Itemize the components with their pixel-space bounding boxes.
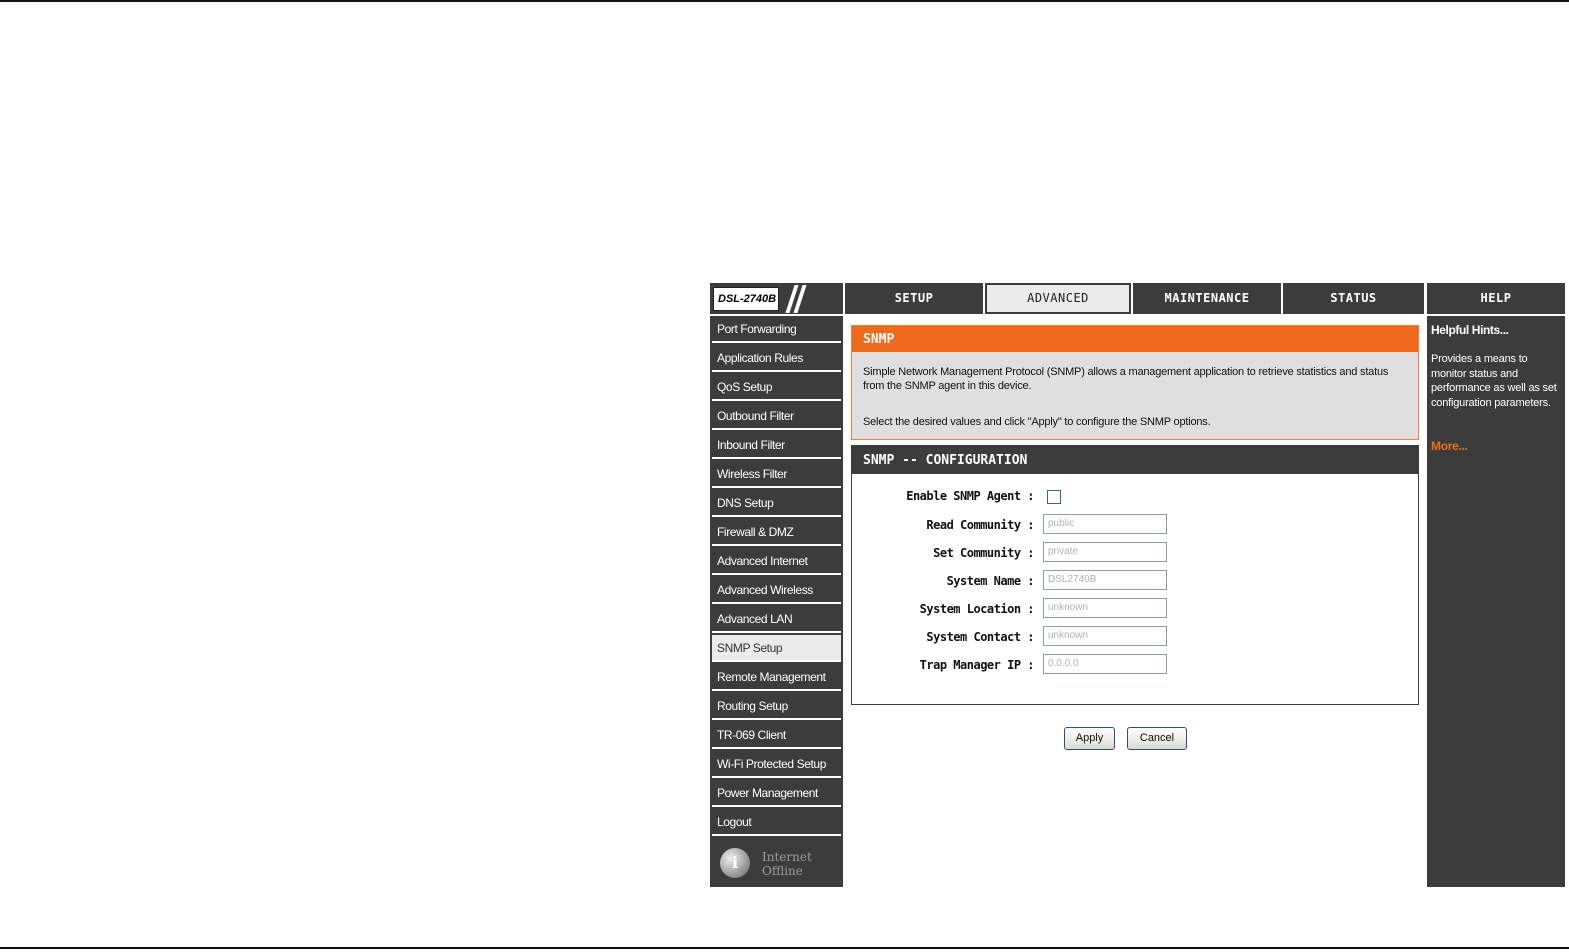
tab-maintenance[interactable]: MAINTENANCE [1133, 283, 1281, 314]
sidebar-item-power-management[interactable]: Power Management [712, 780, 841, 807]
trap-manager-ip-label: Trap Manager IP : [919, 658, 1035, 672]
sidebar-item-tr069-client[interactable]: TR-069 Client [712, 722, 841, 749]
help-more-link[interactable]: More... [1431, 439, 1468, 453]
sidebar-item-routing-setup[interactable]: Routing Setup [712, 693, 841, 720]
tab-status[interactable]: STATUS [1283, 283, 1424, 314]
info-globe-icon: i [720, 848, 750, 878]
sidebar-item-inbound-filter[interactable]: Inbound Filter [712, 432, 841, 459]
sidebar-item-dns-setup[interactable]: DNS Setup [712, 490, 841, 517]
router-ui-frame: DSL-2740B SETUP ADVANCED MAINTENANCE STA… [710, 283, 1565, 887]
snmp-description-line1: Simple Network Management Protocol (SNMP… [863, 366, 1389, 378]
config-title: SNMP -- CONFIGURATION [852, 446, 1418, 474]
sidebar-item-remote-management[interactable]: Remote Management [712, 664, 841, 691]
enable-snmp-label: Enable SNMP Agent : [906, 489, 1034, 503]
sidebar-nav: Port Forwarding Application Rules QoS Se… [710, 316, 843, 887]
read-community-input[interactable]: public [1043, 514, 1167, 534]
read-community-label: Read Community : [926, 518, 1034, 532]
brand-bar: DSL-2740B [710, 283, 843, 314]
cancel-button[interactable]: Cancel [1127, 727, 1187, 750]
sidebar-item-qos-setup[interactable]: QoS Setup [712, 374, 841, 401]
tab-help[interactable]: HELP [1427, 283, 1565, 314]
help-panel: Helpful Hints... Provides a means to mon… [1427, 316, 1565, 887]
apply-button[interactable]: Apply [1064, 727, 1115, 750]
sidebar-item-snmp-setup[interactable]: SNMP Setup [712, 635, 841, 662]
sidebar-item-outbound-filter[interactable]: Outbound Filter [712, 403, 841, 430]
tab-advanced[interactable]: ADVANCED [985, 283, 1131, 314]
section-title: SNMP [852, 326, 1418, 352]
system-name-label: System Name : [946, 574, 1035, 588]
set-community-input[interactable]: private [1043, 542, 1167, 562]
internet-status-line2: Offline [762, 864, 803, 878]
snmp-info-box: SNMP Simple Network Management Protocol … [851, 325, 1419, 440]
help-text: Provides a means to monitor status and p… [1431, 353, 1557, 409]
sidebar-item-wireless-filter[interactable]: Wireless Filter [712, 461, 841, 488]
sidebar-item-logout[interactable]: Logout [712, 809, 841, 836]
sidebar-item-advanced-wireless[interactable]: Advanced Wireless [712, 577, 841, 604]
sidebar-item-advanced-lan[interactable]: Advanced LAN [712, 606, 841, 633]
sidebar-item-application-rules[interactable]: Application Rules [712, 345, 841, 372]
sidebar-item-wifi-protected-setup[interactable]: Wi-Fi Protected Setup [712, 751, 841, 778]
internet-status-line1: Internet [762, 850, 812, 864]
trap-manager-ip-input[interactable]: 0.0.0.0 [1043, 654, 1167, 674]
page-top-rule [0, 0, 1569, 2]
set-community-label: Set Community : [933, 546, 1034, 560]
internet-status: i Internet Offline [718, 844, 838, 882]
system-contact-label: System Contact : [926, 630, 1034, 644]
internet-status-text: Internet Offline [762, 850, 812, 878]
system-location-label: System Location : [919, 602, 1035, 616]
page-bottom-rule [0, 947, 1569, 949]
snmp-config-panel: SNMP -- CONFIGURATION Enable SNMP Agent … [851, 445, 1419, 705]
tab-setup[interactable]: SETUP [845, 283, 983, 314]
snmp-instruction: Select the desired values and click "App… [863, 416, 1211, 428]
system-location-input[interactable]: unknown [1043, 598, 1167, 618]
snmp-description-line2: from the SNMP agent in this device. [863, 380, 1032, 392]
sidebar-item-firewall-dmz[interactable]: Firewall & DMZ [712, 519, 841, 546]
sidebar-item-advanced-internet[interactable]: Advanced Internet [712, 548, 841, 575]
enable-snmp-checkbox[interactable] [1047, 490, 1061, 504]
sidebar-item-port-forwarding[interactable]: Port Forwarding [712, 316, 841, 343]
model-logo: DSL-2740B [713, 287, 779, 311]
system-name-input[interactable]: DSL2740B [1043, 570, 1167, 590]
system-contact-input[interactable]: unknown [1043, 626, 1167, 646]
help-title: Helpful Hints... [1431, 323, 1509, 337]
main-content: SNMP Simple Network Management Protocol … [845, 316, 1425, 887]
